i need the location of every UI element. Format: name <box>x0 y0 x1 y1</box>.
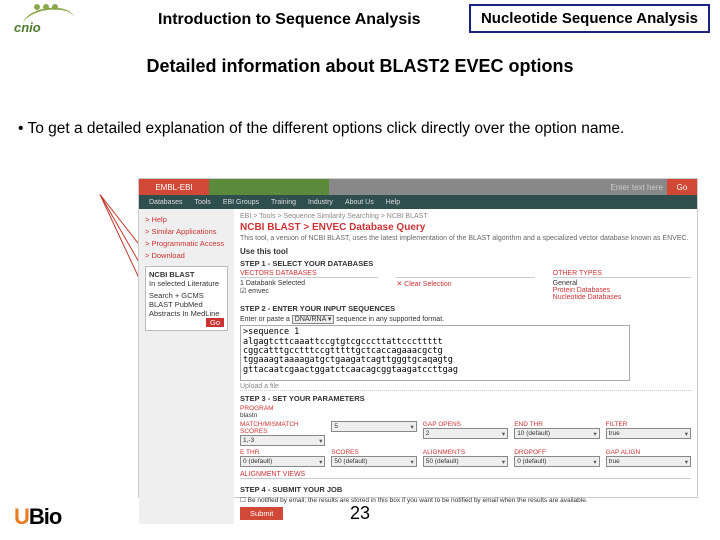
nav-item[interactable]: Training <box>271 199 296 206</box>
nav-item[interactable]: EBI Groups <box>223 199 259 206</box>
search-placeholder[interactable]: Enter text here <box>611 183 663 192</box>
ubio-logo: UBio <box>14 504 61 530</box>
param-label[interactable]: MATCH/MISMATCH SCORES <box>240 421 325 435</box>
sidebar-link-help[interactable]: > Help <box>145 215 228 224</box>
step-1-heading: STEP 1 - Select your databases <box>240 259 691 268</box>
go-button[interactable]: Go <box>667 179 697 195</box>
header-tag: Nucleotide Sequence Analysis <box>469 4 710 33</box>
param-label[interactable]: END THR <box>514 421 599 428</box>
param-select[interactable]: 50 (default) <box>423 456 508 467</box>
slide-title: Detailed information about BLAST2 EVEC o… <box>0 56 720 77</box>
cnio-logo-text: cnio <box>14 20 41 35</box>
notify-text[interactable]: Be notified by email; the results are st… <box>248 497 588 504</box>
param-select[interactable]: 10 (default) <box>514 428 599 439</box>
param-label[interactable]: DROPOFF <box>514 449 599 456</box>
sidebar: > Help > Similar Applications > Programm… <box>139 209 234 524</box>
clear-selection[interactable]: ✕ Clear Selection <box>396 280 534 288</box>
param-select[interactable]: 2 <box>423 428 508 439</box>
db-selected: 1 Databank Selected <box>240 280 378 287</box>
submit-button[interactable]: Submit <box>240 507 283 520</box>
param-select[interactable]: true <box>606 456 691 467</box>
db-other-type[interactable]: General <box>553 280 691 287</box>
page-number: 23 <box>350 503 370 524</box>
site-tabs: EMBL-EBI Enter text here Go <box>139 179 697 195</box>
param-select[interactable]: 5 <box>331 421 416 432</box>
use-tool-label: Use this tool <box>240 247 691 256</box>
param-label[interactable]: ALIGNMENTS <box>423 449 508 456</box>
sidebar-box-line: Abstracts In MedLine <box>149 309 224 318</box>
step-4-heading: STEP 4 - Submit your job <box>240 485 691 494</box>
page-heading: NCBI BLAST > ENVEC Database Query <box>240 222 691 233</box>
db-checkbox[interactable]: emvec <box>248 288 269 295</box>
param-select[interactable]: 50 (default) <box>331 456 416 467</box>
param-label[interactable]: GAP ALIGN <box>606 449 691 456</box>
step-3-heading: STEP 3 - Set your parameters <box>240 394 691 403</box>
sidebar-box-line: BLAST PubMed <box>149 300 224 309</box>
tab-3[interactable] <box>269 179 329 195</box>
param-select[interactable]: 0 (default) <box>240 456 325 467</box>
bullet-text: • To get a detailed explanation of the d… <box>18 119 702 139</box>
program-select[interactable]: blastn <box>240 412 300 419</box>
header-title: Introduction to Sequence Analysis <box>158 11 421 29</box>
tab-2[interactable] <box>209 179 269 195</box>
sidebar-box-line: Search + GCMS <box>149 291 224 300</box>
cnio-logo: cnio <box>8 2 88 38</box>
db-heading: OTHER TYPES <box>553 270 691 278</box>
param-label[interactable]: PROGRAM <box>240 405 274 412</box>
page-description: This tool, a version of NCBI BLAST, uses… <box>240 235 691 243</box>
step-2-heading: STEP 2 - Enter your input sequences <box>240 304 691 313</box>
breadcrumb: EBI > Tools > Sequence Similarity Search… <box>240 213 691 220</box>
sidebar-go-button[interactable]: Go <box>206 318 224 327</box>
sidebar-box-line: In selected Literature <box>149 279 224 288</box>
input-type-row: Enter or paste a DNA/RNA ▾ sequence in a… <box>240 315 691 323</box>
sequence-textarea[interactable] <box>240 325 630 381</box>
alignment-views-heading: ALIGNMENT VIEWS <box>240 471 691 479</box>
sidebar-link-download[interactable]: > Download <box>145 251 228 260</box>
seq-type-select[interactable]: DNA/RNA ▾ <box>292 315 335 324</box>
sidebar-link-similar[interactable]: > Similar Applications <box>145 227 228 236</box>
embedded-screenshot: EMBL-EBI Enter text here Go Databases To… <box>138 178 698 498</box>
param-label[interactable]: E THR <box>240 449 325 456</box>
nav-item[interactable]: Help <box>386 199 400 206</box>
nav-item[interactable]: Tools <box>194 199 210 206</box>
upload-file[interactable]: Upload a file <box>240 383 691 391</box>
sidebar-box-heading: NCBI BLAST <box>149 270 224 279</box>
nav-item[interactable]: About Us <box>345 199 374 206</box>
param-label[interactable]: GAP OPENS <box>423 421 508 428</box>
db-heading: VECTORS DATABASES <box>240 270 378 278</box>
nav-item[interactable]: Databases <box>149 199 182 206</box>
db-other-type[interactable]: Protein Databases <box>553 287 691 294</box>
db-other-type[interactable]: Nucleotide Databases <box>553 294 691 301</box>
search-bar: Enter text here <box>329 179 667 195</box>
param-select[interactable]: true <box>606 428 691 439</box>
nav-item[interactable]: Industry <box>308 199 333 206</box>
main-panel: EBI > Tools > Sequence Similarity Search… <box>234 209 697 524</box>
sidebar-link-prog[interactable]: > Programmatic Access <box>145 239 228 248</box>
param-select[interactable]: 0 (default) <box>514 456 599 467</box>
nav-bar: Databases Tools EBI Groups Training Indu… <box>139 195 697 209</box>
tab-embl[interactable]: EMBL-EBI <box>139 179 209 195</box>
param-label[interactable]: SCORES <box>331 449 416 456</box>
param-label[interactable]: FILTER <box>606 421 691 428</box>
param-select[interactable]: 1,-3 <box>240 435 325 446</box>
